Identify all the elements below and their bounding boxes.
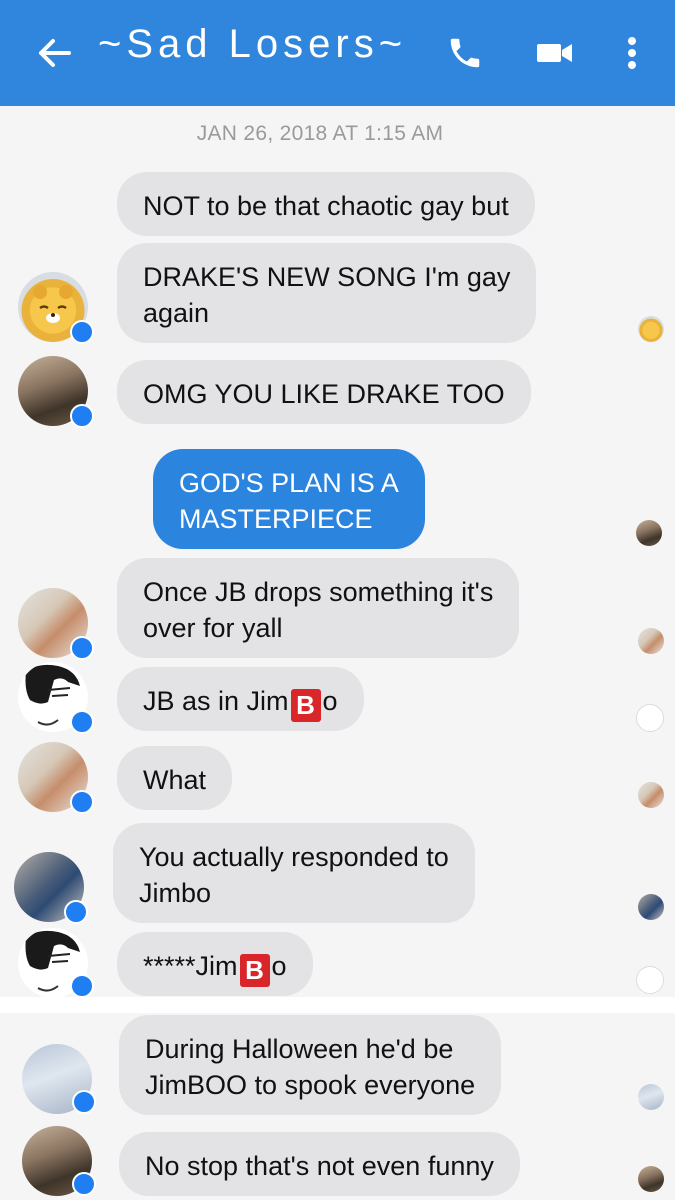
video-camera-icon[interactable]	[530, 0, 580, 106]
message-text: o	[271, 951, 287, 981]
message-text-line: Jimbo	[139, 878, 212, 908]
message-bubble[interactable]: *****Jim Bo	[117, 932, 313, 996]
message-bubble[interactable]: During Halloween he'd be JimBOO to spook…	[119, 1015, 502, 1115]
message-bubble-outgoing[interactable]: GOD'S PLAN IS A MASTERPIECE	[153, 449, 425, 549]
message-text-line: GOD'S PLAN IS A	[179, 468, 399, 498]
messenger-badge-icon	[70, 636, 94, 660]
read-receipt-avatar	[636, 966, 664, 994]
message-text-line: Once JB drops something it's	[143, 577, 494, 607]
message-text: OMG YOU LIKE DRAKE TOO	[143, 379, 505, 409]
message-bubble[interactable]: OMG YOU LIKE DRAKE TOO	[117, 360, 531, 424]
message-text: NOT to be that chaotic gay but	[143, 191, 509, 221]
message-bubble[interactable]: JB as in Jim Bo	[117, 667, 364, 731]
date-separator: JAN 26, 2018 AT 1:15 AM	[196, 122, 444, 145]
message-bubble[interactable]: No stop that's not even funny	[119, 1132, 520, 1196]
messenger-badge-icon	[70, 710, 94, 734]
message-text-line: JimBOO to spook everyone	[145, 1070, 476, 1100]
b-emoji-icon: B	[290, 689, 321, 722]
message-text: *****Jim	[143, 951, 238, 981]
read-receipt-avatar	[636, 704, 664, 732]
messenger-badge-icon	[70, 404, 94, 428]
message-bubble[interactable]: You actually responded to Jimbo	[113, 823, 475, 923]
message-text: No stop that's not even funny	[145, 1151, 494, 1181]
message-bubble[interactable]: Once JB drops something it's over for ya…	[117, 558, 520, 658]
read-receipt-avatar	[638, 1166, 664, 1192]
read-receipt-avatar	[638, 782, 664, 808]
more-vertical-icon[interactable]	[612, 0, 652, 106]
back-arrow-icon[interactable]	[26, 0, 82, 106]
message-text-line: DRAKE'S NEW SONG I'm gay	[143, 262, 511, 292]
messenger-badge-icon	[70, 974, 94, 998]
read-receipt-avatar	[638, 316, 664, 342]
message-text-line: MASTERPIECE	[179, 504, 373, 534]
message-text: o	[322, 686, 338, 716]
read-receipt-avatar	[638, 628, 664, 654]
screenshot-divider	[0, 997, 675, 1013]
message-bubble[interactable]: DRAKE'S NEW SONG I'm gay again	[117, 243, 537, 343]
phone-icon[interactable]	[440, 0, 490, 106]
message-text: JB as in Jim	[143, 686, 289, 716]
message-text-line: You actually responded to	[139, 842, 449, 872]
b-emoji-icon: B	[239, 954, 270, 987]
messenger-badge-icon	[70, 320, 94, 344]
messenger-badge-icon	[72, 1090, 96, 1114]
message-text: What	[143, 765, 207, 795]
message-text-line: again	[143, 298, 210, 328]
read-receipt-avatar	[638, 894, 664, 920]
message-bubble[interactable]: What	[117, 746, 233, 810]
message-text-line: over for yall	[143, 613, 283, 643]
message-text-line: During Halloween he'd be	[145, 1034, 454, 1064]
conversation-header: ~Sad Losers~	[0, 0, 675, 106]
message-bubble[interactable]: NOT to be that chaotic gay but	[117, 172, 535, 236]
read-receipt-avatar	[638, 1084, 664, 1110]
messenger-badge-icon	[64, 900, 88, 924]
read-receipt-avatar	[636, 520, 662, 546]
messenger-badge-icon	[72, 1172, 96, 1196]
conversation-title[interactable]: ~Sad Losers~	[98, 22, 407, 67]
messenger-badge-icon	[70, 790, 94, 814]
